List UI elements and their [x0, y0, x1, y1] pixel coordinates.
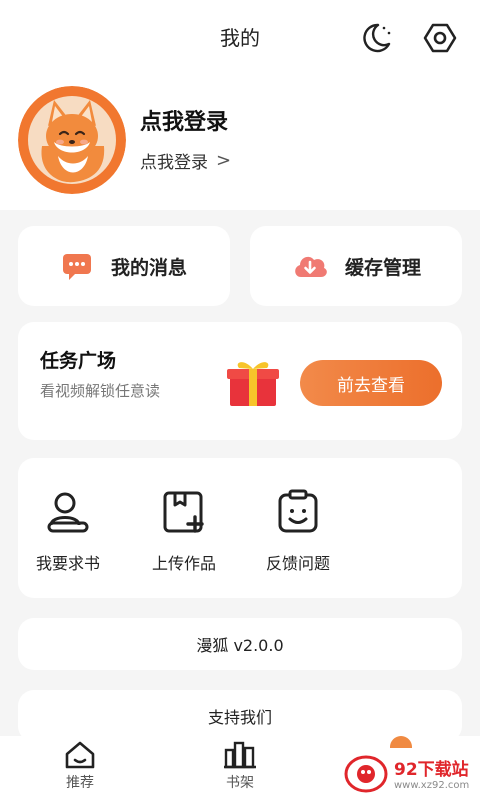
- upload-work-button[interactable]: 上传作品: [134, 488, 234, 574]
- request-book-button[interactable]: 我要求书: [18, 488, 118, 574]
- page-title: 我的: [220, 26, 260, 50]
- top-area: 我的 点我登录 点我登录 >: [0, 0, 480, 210]
- task-plaza-title: 任务广场: [40, 350, 117, 372]
- fox-avatar-icon: [18, 86, 126, 194]
- watermark-logo-icon: [344, 755, 388, 793]
- person-book-icon: [47, 492, 89, 533]
- login-title[interactable]: 点我登录: [140, 104, 228, 136]
- feedback-label: 反馈问题: [265, 554, 330, 573]
- upload-icon: [163, 491, 204, 533]
- task-plaza-subtitle: 看视频解锁任意读: [40, 382, 161, 400]
- task-plaza-card: 任务广场 看视频解锁任意读 前去查看: [18, 322, 462, 440]
- tools-card: 我要求书 上传作品 反馈问题: [18, 458, 462, 598]
- tab-bookshelf-label: 书架: [226, 775, 254, 791]
- support-us-label: 支持我们: [207, 708, 272, 727]
- message-icon: [62, 254, 91, 280]
- version-label: 漫狐 v2.0.0: [196, 636, 284, 655]
- login-link[interactable]: 点我登录 >: [140, 148, 231, 173]
- upload-work-label: 上传作品: [151, 554, 216, 573]
- feedback-button[interactable]: 反馈问题: [248, 488, 348, 574]
- cache-management-button[interactable]: 缓存管理: [250, 226, 462, 306]
- login-link-label: 点我登录: [140, 153, 208, 173]
- tab-recommend-label: 推荐: [66, 775, 94, 791]
- cache-management-label: 缓存管理: [344, 256, 421, 279]
- avatar[interactable]: [18, 86, 126, 194]
- bookshelf-icon: [224, 741, 256, 769]
- go-view-button[interactable]: 前去查看: [300, 360, 442, 406]
- request-book-label: 我要求书: [35, 554, 100, 573]
- tab-mine-icon[interactable]: [390, 736, 412, 748]
- watermark-url: www.xz92.com: [394, 780, 470, 791]
- gift-icon: [227, 362, 279, 406]
- tab-bookshelf[interactable]: 书架: [200, 740, 280, 792]
- chevron-right-icon: >: [216, 150, 232, 171]
- settings-button[interactable]: [420, 18, 460, 58]
- moon-icon: [363, 23, 391, 53]
- watermark-title: 92下载站: [394, 760, 469, 780]
- feedback-icon: [278, 489, 318, 533]
- support-us-row[interactable]: 支持我们: [18, 690, 462, 742]
- cloud-download-icon: [295, 256, 327, 277]
- home-icon: [65, 741, 95, 769]
- watermark: 92下载站 www.xz92.com: [344, 748, 480, 798]
- theme-toggle-button[interactable]: [356, 18, 396, 58]
- profile-page: 我的 点我登录 点我登录 > 我的消息 缓存管理 任务广场 看视频解锁任意读 前…: [0, 0, 480, 800]
- my-messages-label: 我的消息: [110, 256, 187, 279]
- tab-recommend[interactable]: 推荐: [40, 740, 120, 792]
- my-messages-button[interactable]: 我的消息: [18, 226, 230, 306]
- gear-icon: [423, 23, 457, 53]
- version-row[interactable]: 漫狐 v2.0.0: [18, 618, 462, 670]
